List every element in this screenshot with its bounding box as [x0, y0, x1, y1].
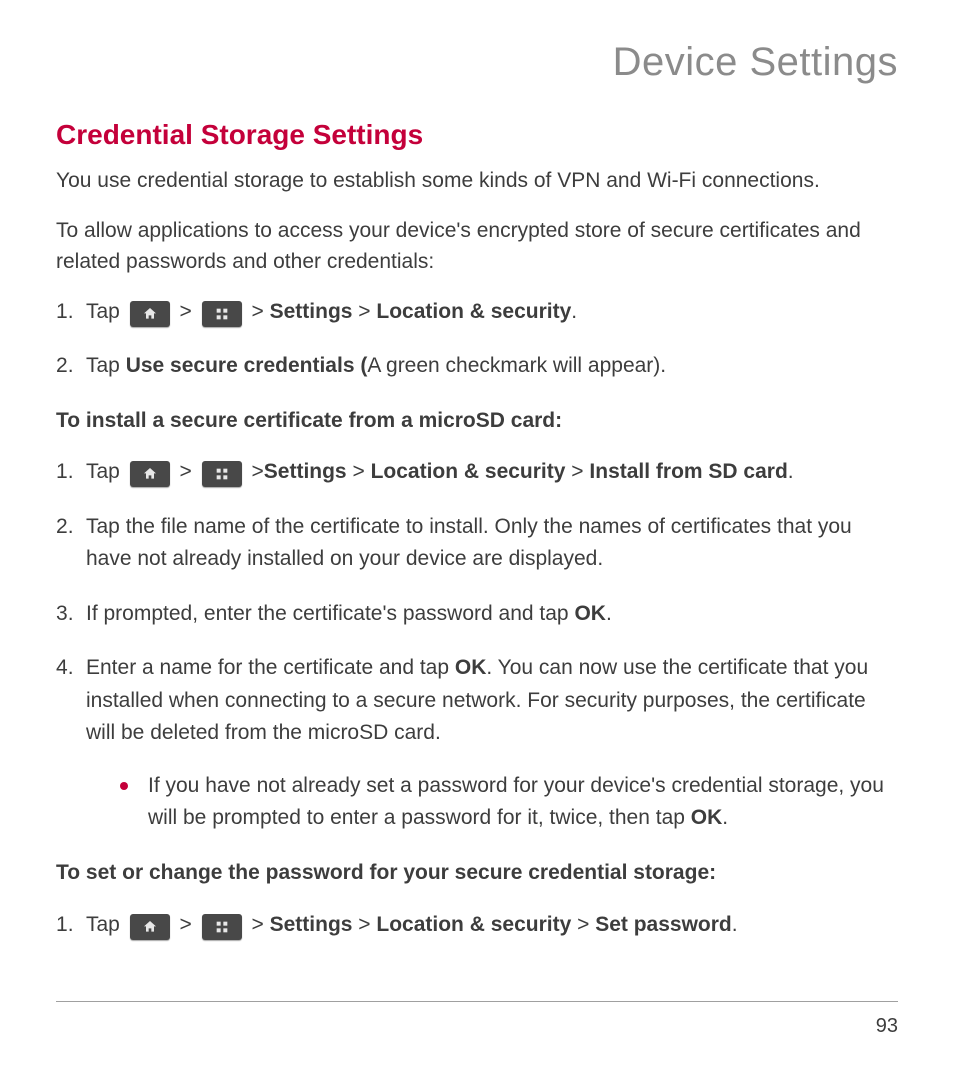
text: A green checkmark will appear).	[367, 354, 666, 377]
list-item: Tap > > Settings > Location & security >…	[56, 909, 898, 942]
text: Tap	[86, 913, 126, 936]
menu-path-location-security: Location & security	[371, 460, 566, 483]
menu-path-settings: Settings	[264, 460, 347, 483]
separator: >	[180, 913, 198, 936]
menu-path-location-security: Location & security	[376, 300, 571, 323]
separator: >	[180, 460, 198, 483]
text: .	[571, 300, 577, 323]
separator: >	[252, 300, 270, 323]
chapter-title: Device Settings	[56, 40, 898, 85]
manual-page: Device Settings Credential Storage Setti…	[0, 0, 954, 1074]
text: If prompted, enter the certificate's pas…	[86, 602, 574, 625]
home-icon	[130, 301, 170, 327]
button-label-ok: OK	[691, 806, 723, 829]
intro-paragraph-1: You use credential storage to establish …	[56, 165, 898, 197]
button-label-ok: OK	[455, 656, 487, 679]
text: Enter a name for the certificate and tap	[86, 656, 455, 679]
apps-icon	[202, 301, 242, 327]
separator: >	[180, 300, 198, 323]
sub-heading-install-cert: To install a secure certificate from a m…	[56, 405, 898, 437]
text: Tap	[86, 300, 126, 323]
separator: >	[352, 460, 370, 483]
separator: >	[571, 460, 589, 483]
separator: >	[352, 913, 376, 936]
list-item: Tap > >Settings > Location & security > …	[56, 456, 898, 489]
menu-path-settings: Settings	[270, 913, 353, 936]
list-item: Tap the file name of the certificate to …	[56, 511, 898, 576]
page-number: 93	[876, 1015, 898, 1038]
text: .	[606, 602, 612, 625]
separator: >	[252, 913, 270, 936]
list-item: If you have not already set a password f…	[120, 770, 898, 835]
home-icon	[130, 461, 170, 487]
footer-rule	[56, 1001, 898, 1002]
list-item: Tap > > Settings > Location & security.	[56, 296, 898, 329]
separator: >	[571, 913, 595, 936]
procedure-list-c: Tap > > Settings > Location & security >…	[56, 909, 898, 942]
text: If you have not already set a password f…	[148, 774, 884, 830]
menu-path-location-security: Location & security	[376, 913, 571, 936]
sub-heading-set-password: To set or change the password for your s…	[56, 857, 898, 889]
apps-icon	[202, 914, 242, 940]
text: Tap	[86, 460, 126, 483]
text: Tap	[86, 354, 126, 377]
option-use-secure-credentials: Use secure credentials (	[126, 354, 368, 377]
menu-path-install-sd: Install from SD card	[589, 460, 787, 483]
separator: >	[358, 300, 376, 323]
list-item: If prompted, enter the certificate's pas…	[56, 598, 898, 631]
separator: >	[252, 460, 264, 483]
procedure-list-b: Tap > >Settings > Location & security > …	[56, 456, 898, 835]
procedure-list-a: Tap > > Settings > Location & security. …	[56, 296, 898, 383]
list-item: Tap Use secure credentials (A green chec…	[56, 350, 898, 383]
note-bullet-list: If you have not already set a password f…	[86, 770, 898, 835]
text: .	[788, 460, 794, 483]
button-label-ok: OK	[574, 602, 606, 625]
apps-icon	[202, 461, 242, 487]
list-item: Enter a name for the certificate and tap…	[56, 652, 898, 835]
text: .	[732, 913, 738, 936]
home-icon	[130, 914, 170, 940]
intro-paragraph-2: To allow applications to access your dev…	[56, 215, 898, 278]
section-heading: Credential Storage Settings	[56, 119, 898, 151]
menu-path-set-password: Set password	[595, 913, 732, 936]
menu-path-settings: Settings	[270, 300, 353, 323]
text: .	[722, 806, 728, 829]
